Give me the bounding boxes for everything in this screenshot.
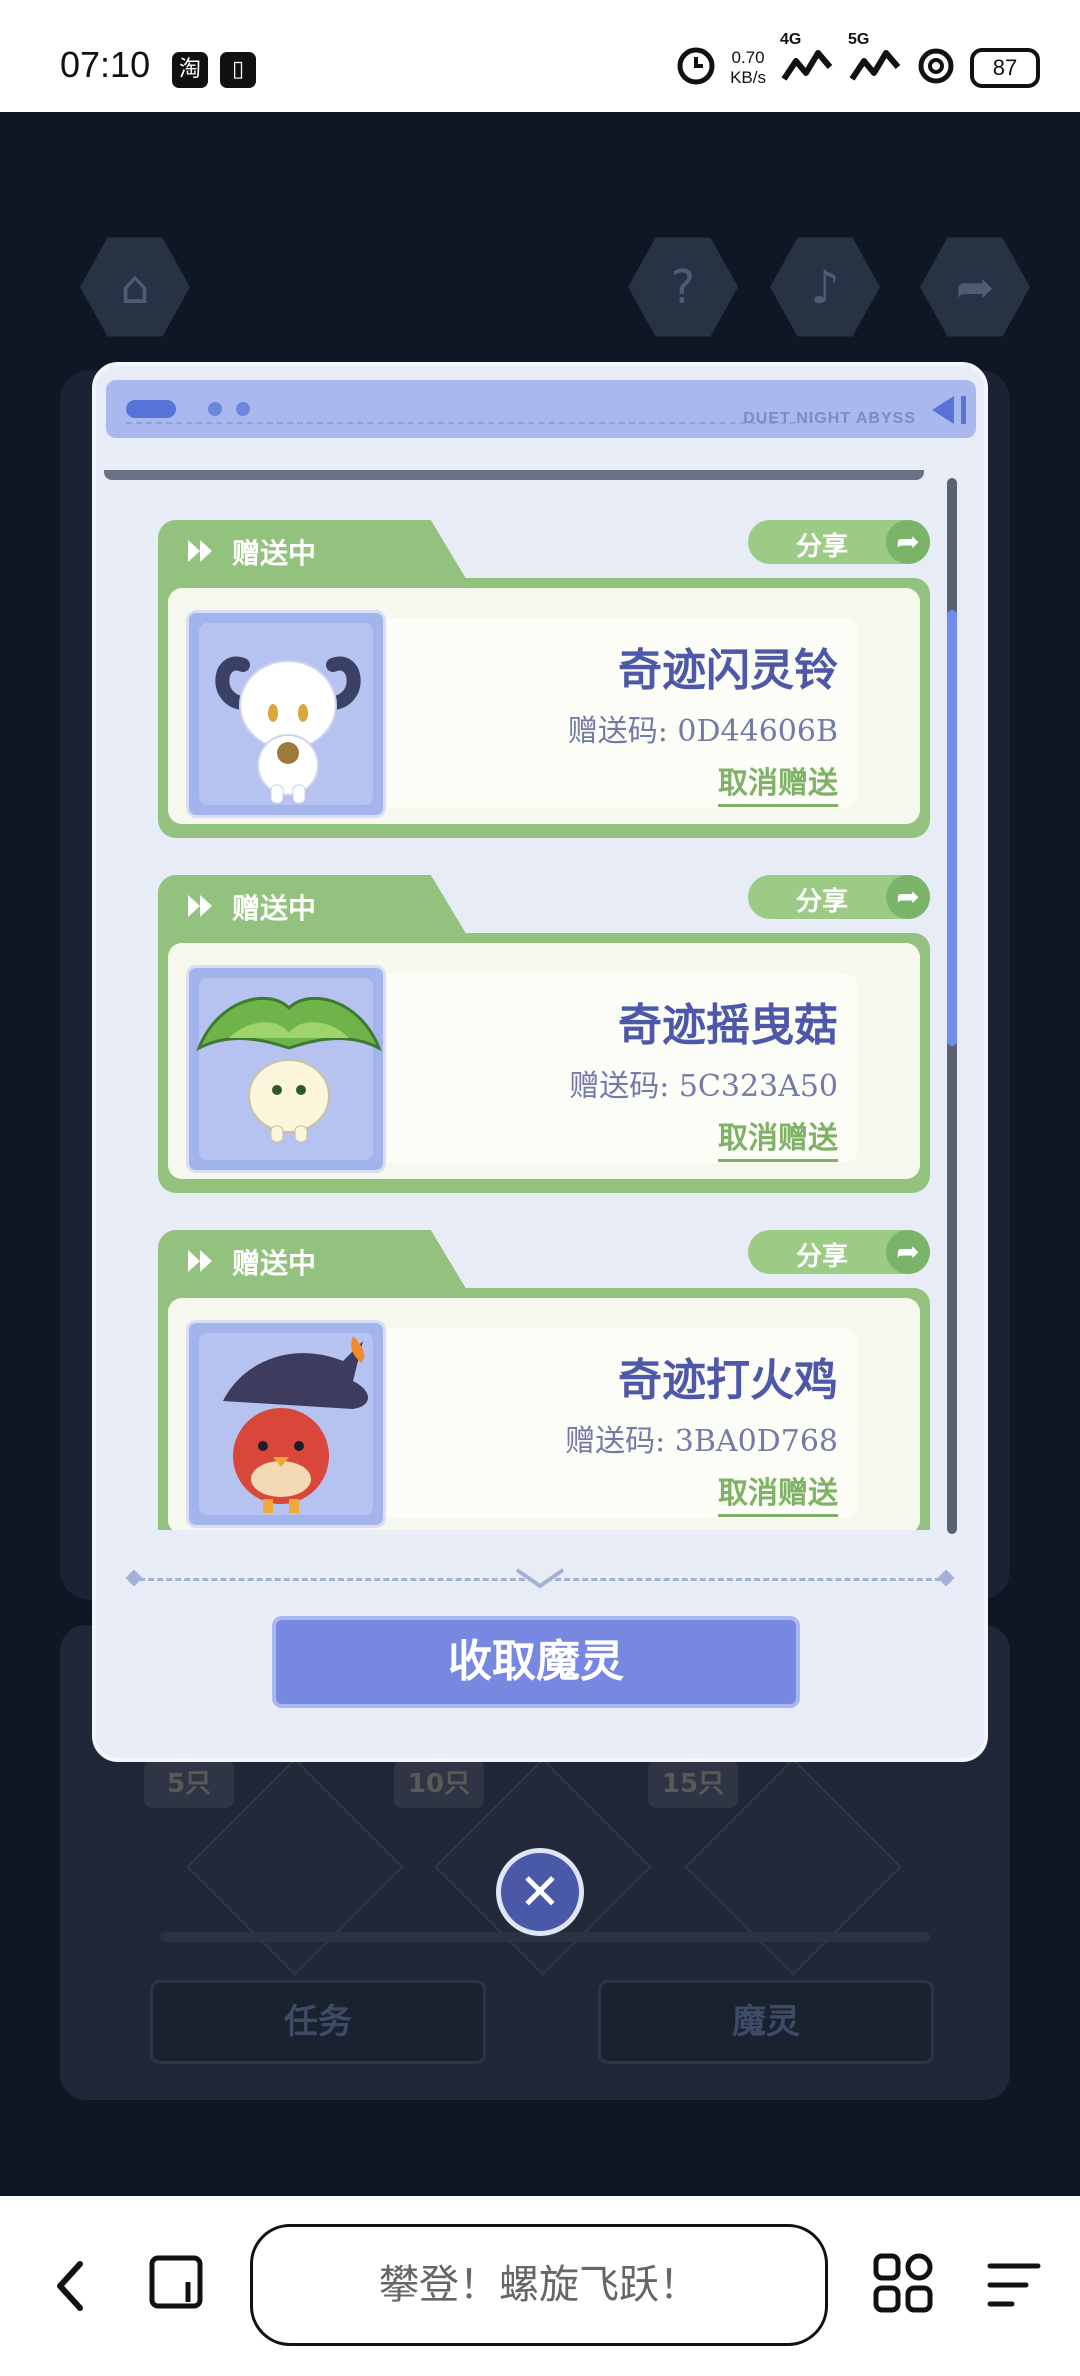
list-top-edge [104,470,924,480]
search-input[interactable]: 攀登！螺旋飞跃！ [250,2224,828,2346]
share-label: 分享 [796,887,849,917]
status-label: 赠送中 [232,537,317,570]
status-tab: 赠送中 [158,520,468,582]
item-info: 奇迹闪灵铃 赠送码: 0D44606B 取消赠送 [368,618,858,808]
status-tab: 赠送中 [158,875,468,937]
gift-code: 赠送码: 3BA0D768 [565,1424,838,1459]
hotspot-icon [916,46,956,91]
cancel-gift-link[interactable]: 取消赠送 [718,1468,838,1517]
gift-card: 赠送中 分享 ➦ 奇迹闪灵铃 赠送码: 0D44606B 取消赠送 [158,520,930,838]
taobao-app-icon: 淘 [172,52,208,88]
goat-spirit-icon [215,656,361,804]
header-pill [126,400,176,418]
fast-forward-icon [188,1250,212,1272]
signal-4g-icon: 4G [780,31,834,92]
share-arrow-icon: ➦ [886,520,930,564]
spirit-button: 魔灵 [598,1980,934,2064]
clock: 07:10 [60,44,151,85]
header-dot [236,402,250,416]
share-icon: ➦ [920,237,1030,337]
share-label: 分享 [796,1242,849,1272]
back-icon[interactable] [50,2256,90,2316]
reward-tag-10: 10只 [394,1760,484,1808]
home-icon: ⌂ [80,237,190,337]
item-info: 奇迹摇曳菇 赠送码: 5C323A50 取消赠送 [368,973,858,1163]
card-inner: 奇迹打火鸡 赠送码: 3BA0D768 取消赠送 [168,1298,920,1530]
help-icon: ? [628,237,738,337]
status-indicators: 0.70 KB/s 4G 5G 87 [676,31,1040,92]
gift-code: 赠送码: 0D44606B [567,714,838,749]
card-body: 奇迹打火鸡 赠送码: 3BA0D768 取消赠送 [158,1288,930,1530]
share-button[interactable]: 分享 ➦ [748,875,930,919]
cancel-gift-link[interactable]: 取消赠送 [718,758,838,807]
browser-nav-bar: 攀登！螺旋飞跃！ [0,2196,1080,2376]
item-name: 奇迹闪灵铃 [618,645,838,696]
header-dot [208,402,222,416]
task-button: 任务 [150,1980,486,2064]
alarm-icon [676,46,716,91]
fast-forward-icon [188,895,212,917]
gift-card: 赠送中 分享 ➦ 奇迹摇曳菇 赠送码: 5C323A50 取消赠送 [158,875,930,1193]
menu-icon[interactable] [986,2260,1042,2310]
signal-5g-label: 5G [848,30,870,48]
item-portrait [186,610,386,818]
item-info: 奇迹打火鸡 赠送码: 3BA0D768 取消赠送 [368,1328,858,1518]
close-icon[interactable]: ✕ [496,1848,584,1936]
gift-code: 赠送码: 5C323A50 [569,1069,838,1104]
battery-icon: 87 [970,48,1040,88]
share-button[interactable]: 分享 ➦ [748,1230,930,1274]
cancel-gift-link[interactable]: 取消赠送 [718,1113,838,1162]
card-inner: 奇迹闪灵铃 赠送码: 0D44606B 取消赠送 [168,588,920,824]
item-portrait [186,1320,386,1528]
net-speed-unit: KB/s [730,68,766,87]
fast-forward-icon [188,540,212,562]
gift-card: 赠送中 分享 ➦ 奇迹打火鸡 赠送码: 3BA0D768 取消赠送 [158,1230,930,1530]
fire-chick-spirit-icon [223,1336,368,1513]
mushroom-spirit-icon [196,996,382,1143]
status-label: 赠送中 [232,1247,317,1280]
status-tab: 赠送中 [158,1230,468,1292]
notification-app-icon: ▯ [220,52,256,88]
signal-5g-icon: 5G [848,31,902,92]
status-label: 赠送中 [232,892,317,925]
music-icon: ♪ [770,237,880,337]
net-speed-value: 0.70 [731,48,765,67]
card-inner: 奇迹摇曳菇 赠送码: 5C323A50 取消赠送 [168,943,920,1179]
collapse-bar [961,396,966,424]
chevron-down-icon [515,1568,565,1589]
share-button[interactable]: 分享 ➦ [748,520,930,564]
collect-spirit-button[interactable]: 收取魔灵 [272,1616,800,1708]
signal-4g-label: 4G [780,30,802,48]
brand-label: DUET NIGHT ABYSS [743,410,916,427]
item-name: 奇迹打火鸡 [618,1355,838,1406]
status-bar: 07:10 淘 ▯ 0.70 KB/s 4G 5G 87 [0,0,1080,112]
collapse-icon[interactable] [932,396,954,424]
dialog-header: DUET NIGHT ABYSS [106,380,976,438]
tabs-icon[interactable] [148,2254,204,2310]
item-portrait [186,965,386,1173]
share-label: 分享 [796,532,849,562]
card-body: 奇迹摇曳菇 赠送码: 5C323A50 取消赠送 [158,933,930,1193]
header-divider [126,422,796,424]
share-arrow-icon: ➦ [886,1230,930,1274]
apps-grid-icon[interactable] [872,2252,934,2314]
card-body: 奇迹闪灵铃 赠送码: 0D44606B 取消赠送 [158,578,930,838]
item-name: 奇迹摇曳菇 [618,1000,838,1051]
share-arrow-icon: ➦ [886,875,930,919]
net-speed: 0.70 KB/s [730,48,766,88]
list-scrollbar-thumb[interactable] [947,610,957,1046]
reward-tag-15: 15只 [648,1760,738,1808]
reward-tag-5: 5只 [144,1760,234,1808]
